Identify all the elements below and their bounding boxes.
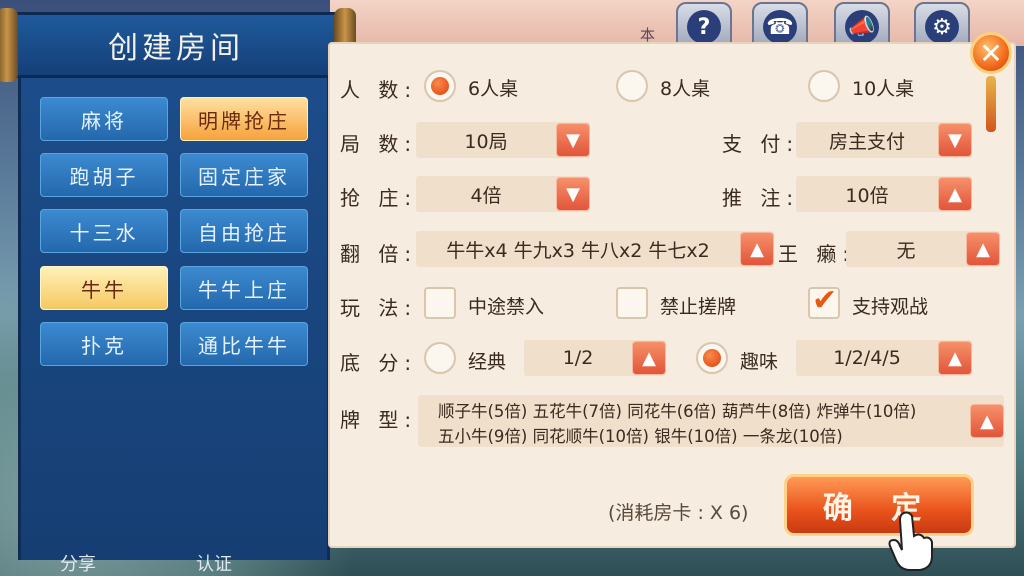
wild-value: 无 [896,239,916,262]
grab-label: 抢 庄: [340,186,418,210]
help-icon: ? [687,10,721,44]
payment-value: 房主支付 [828,130,905,153]
double-value: 牛牛x4 牛九x3 牛八x2 牛七x2 [446,239,710,262]
game-button-niuniu[interactable]: 牛牛 [40,266,168,310]
base-classic-dropdown[interactable]: 1/2 ▲ [524,340,666,376]
chevron-up-icon[interactable]: ▲ [632,341,666,375]
card-types-line-1: 顺子牛(5倍) 五花牛(7倍) 同花牛(6倍) 葫芦牛(8倍) 炸弹牛(10倍) [438,402,917,421]
rounds-dropdown[interactable]: 10局 ▼ [416,122,590,158]
no-join-midway-checkbox[interactable] [424,287,456,319]
base-fun-label: 趣味 [740,351,779,373]
game-button-fixed-banker[interactable]: 固定庄家 [180,153,308,197]
pointing-hand-icon [888,511,933,571]
players-label: 人 数: [340,78,418,102]
players-6-label: 6人桌 [468,78,519,100]
gear-icon: ⚙ [925,10,959,44]
base-label: 底 分: [340,351,418,375]
players-6-radio[interactable] [424,70,456,102]
types-label: 牌 型: [340,408,418,432]
game-button-mahjong[interactable]: 麻将 [40,97,168,141]
game-button-open-grab-banker[interactable]: 明牌抢庄 [180,97,308,141]
chevron-down-icon[interactable]: ▼ [556,177,590,211]
rounds-label: 局 数: [340,132,418,156]
close-icon: ✕ [979,36,1003,70]
verify-tab[interactable]: 认证 [196,550,232,576]
room-card-cost: (消耗房卡 : X 6) [608,502,749,524]
base-classic-value: 1/2 [562,347,594,369]
page-title: 创建房间 [108,31,244,66]
double-label: 翻 倍: [340,242,418,266]
play-label: 玩 法: [340,296,418,320]
chevron-up-icon[interactable]: ▲ [970,404,1004,438]
chevron-up-icon[interactable]: ▲ [966,232,1000,266]
payment-label: 支 付: [722,132,800,156]
confirm-button[interactable]: 确 定 [784,474,974,536]
telephone-icon: ☎ [763,10,797,44]
card-types-line-2: 五小牛(9倍) 同花顺牛(10倍) 银牛(10倍) 一条龙(10倍) [438,427,843,446]
players-10-radio[interactable] [808,70,840,102]
payment-dropdown[interactable]: 房主支付 ▼ [796,122,972,158]
double-dropdown[interactable]: 牛牛x4 牛九x3 牛八x2 牛七x2 ▲ [416,231,774,267]
base-classic-radio[interactable] [424,342,456,374]
no-join-midway-label: 中途禁入 [468,296,545,318]
push-dropdown[interactable]: 10倍 ▲ [796,176,972,212]
players-8-label: 8人桌 [660,78,711,100]
base-fun-dropdown[interactable]: 1/2/4/5 ▲ [796,340,972,376]
tassel-decoration [986,76,996,132]
wild-label: 王 癞: [778,242,856,266]
players-8-radio[interactable] [616,70,648,102]
game-button-poker[interactable]: 扑克 [40,322,168,366]
base-fun-value: 1/2/4/5 [833,347,901,369]
game-button-paohuzi[interactable]: 跑胡子 [40,153,168,197]
grab-value: 4倍 [470,184,502,207]
grab-dropdown[interactable]: 4倍 ▼ [416,176,590,212]
push-label: 推 注: [722,186,800,210]
close-button[interactable]: ✕ [970,32,1012,74]
chevron-up-icon[interactable]: ▲ [938,177,972,211]
game-button-niuniu-banker[interactable]: 牛牛上庄 [180,266,308,310]
game-button-thirteen-cards[interactable]: 十三水 [40,209,168,253]
no-rub-cards-label: 禁止搓牌 [660,296,737,318]
game-button-tongbi-niuniu[interactable]: 通比牛牛 [180,322,308,366]
checkmark-icon: ✔ [812,283,838,318]
megaphone-icon: 📣 [845,10,879,44]
chevron-down-icon[interactable]: ▼ [556,123,590,157]
push-value: 10倍 [845,184,889,207]
rounds-value: 10局 [464,130,508,153]
allow-spectate-label: 支持观战 [852,296,929,318]
card-types-box[interactable]: 顺子牛(5倍) 五花牛(7倍) 同花牛(6倍) 葫芦牛(8倍) 炸弹牛(10倍)… [418,395,1004,447]
chevron-up-icon[interactable]: ▲ [740,232,774,266]
chevron-down-icon[interactable]: ▼ [938,123,972,157]
players-10-label: 10人桌 [852,78,915,100]
share-tab[interactable]: 分享 [60,550,96,576]
no-rub-cards-checkbox[interactable] [616,287,648,319]
game-button-free-grab-banker[interactable]: 自由抢庄 [180,209,308,253]
wild-dropdown[interactable]: 无 ▲ [846,231,1000,267]
allow-spectate-checkbox[interactable]: ✔ [808,283,840,319]
base-classic-label: 经典 [468,351,507,373]
chevron-up-icon[interactable]: ▲ [938,341,972,375]
base-fun-radio[interactable] [696,342,728,374]
